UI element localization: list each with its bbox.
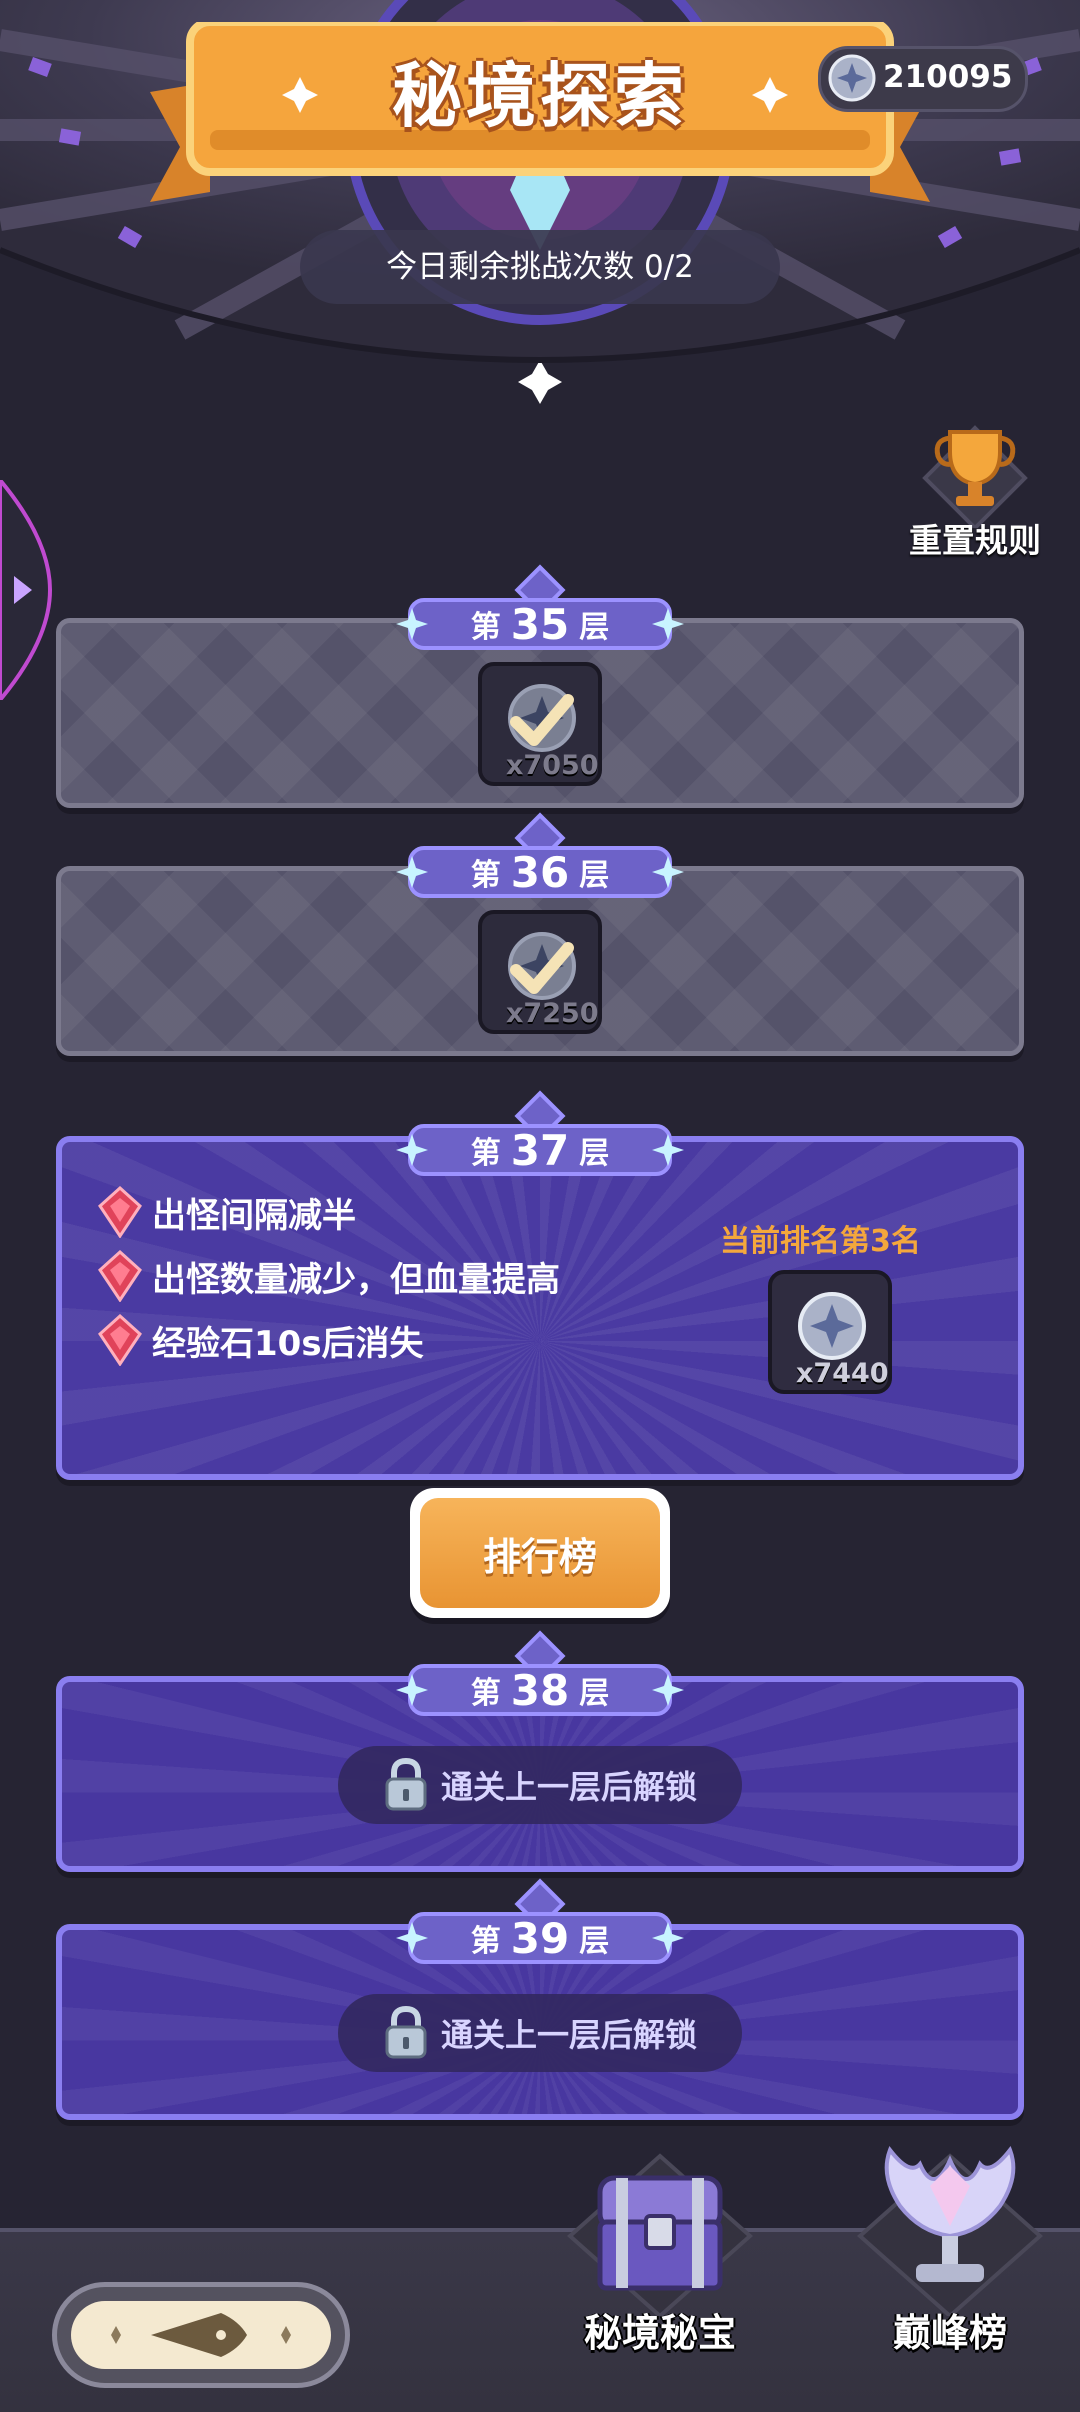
currency-star-coin-icon [828,54,876,102]
peak-leaderboard-button[interactable]: 巅峰榜 [850,2136,1050,2356]
modifier-item: 出怪间隔减半 [98,1182,356,1242]
current-rank-text: 当前排名第3名 [720,1224,921,1259]
lock-icon [385,1757,427,1811]
peak-leaderboard-label: 巅峰榜 [892,2311,1007,2355]
reward-quantity: x7250 [506,998,599,1029]
reset-rules-button[interactable]: 重置规则 [890,418,1060,568]
crystal-trophy-icon [856,2145,1044,2316]
red-gem-icon [98,1250,142,1302]
leaderboard-button-label: 排行榜 [420,1498,660,1608]
back-button[interactable] [52,2282,350,2388]
floor-suffix: 层 [579,610,610,645]
floor-prefix: 第 [470,858,501,893]
floor-prefix: 第 [470,1136,501,1171]
currency-star-coin-icon [798,1292,866,1360]
red-gem-icon [98,1186,142,1238]
reward-slot-37[interactable]: x7440 [768,1270,892,1394]
challenges-remaining: 今日剩余挑战次数 0/2 [300,230,780,304]
reset-rules-label: 重置规则 [909,521,1041,560]
currency-display: 210095 [818,46,1028,112]
floor-number: 39 [510,1913,570,1963]
floor-suffix: 层 [579,1136,610,1171]
floor-number: 37 [510,1125,570,1175]
treasure-chest-icon [566,2153,754,2316]
checkmark-icon [510,694,574,746]
trophy-icon [922,425,1028,528]
reward-slot-36[interactable]: x7250 [478,910,602,1034]
floor-label-35: 第 35 层 [0,564,1080,654]
lock-icon [385,2005,427,2059]
modifier-item: 经验石10s后消失 [98,1310,424,1370]
floor-suffix: 层 [579,1924,610,1959]
red-gem-icon [98,1314,142,1366]
floor-label-37: 第 37 层 [0,1090,1080,1180]
unlock-hint-39: 通关上一层后解锁 [338,1994,742,2072]
secret-treasure-button[interactable]: 秘境秘宝 [560,2136,760,2356]
floor-label-38: 第 38 层 [0,1630,1080,1720]
currency-amount: 210095 [883,59,1013,95]
floor-number: 38 [510,1665,570,1715]
floor-prefix: 第 [470,1676,501,1711]
leaderboard-button[interactable]: 排行榜 [410,1488,670,1618]
unlock-hint-38: 通关上一层后解锁 [338,1746,742,1824]
floor-label-36: 第 36 层 [0,812,1080,902]
floor-suffix: 层 [579,1676,610,1711]
floor-prefix: 第 [470,610,501,645]
floor-label-39: 第 39 层 [0,1878,1080,1968]
secret-treasure-label: 秘境秘宝 [583,2311,736,2355]
reward-quantity: x7050 [506,750,599,781]
checkmark-icon [510,942,574,994]
modifier-item: 出怪数量减少，但血量提高 [98,1246,560,1306]
floor-prefix: 第 [470,1924,501,1959]
side-drawer-tab[interactable] [0,480,56,700]
reward-quantity: x7440 [796,1358,889,1389]
floor-number: 36 [510,847,570,897]
reward-slot-35[interactable]: x7050 [478,662,602,786]
floor-suffix: 层 [579,858,610,893]
floor-number: 35 [510,599,570,649]
back-arrow-icon [111,2313,291,2357]
